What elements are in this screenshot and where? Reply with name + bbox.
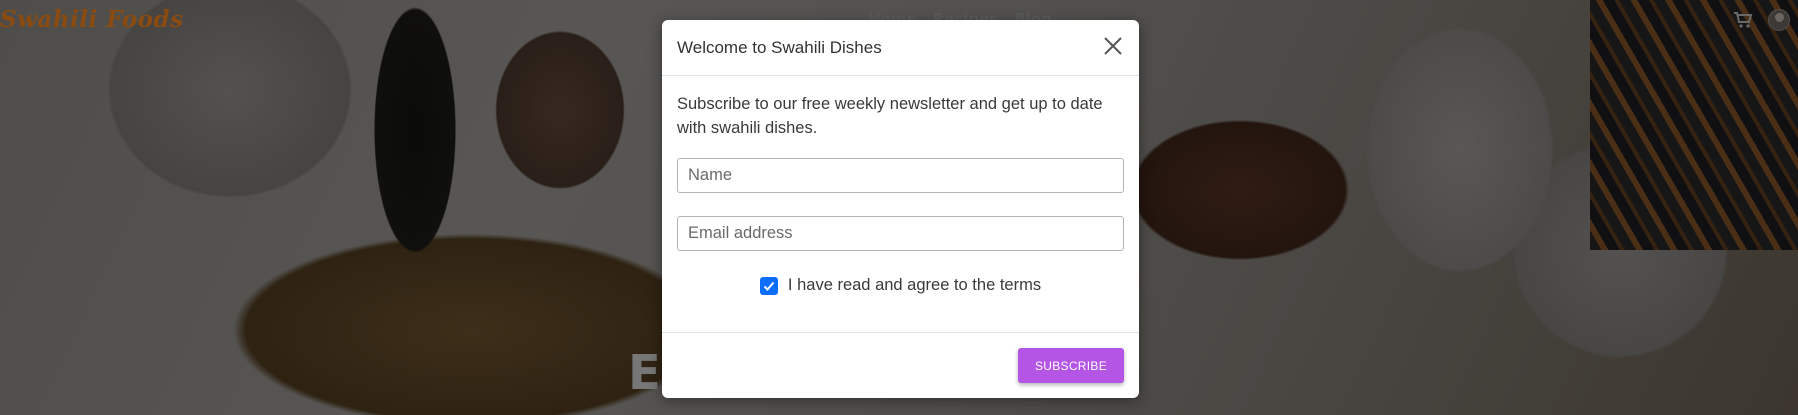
modal-title: Welcome to Swahili Dishes — [677, 37, 882, 57]
newsletter-modal: Welcome to Swahili Dishes Subscribe to o… — [662, 20, 1139, 398]
close-button[interactable] — [1101, 36, 1125, 60]
modal-footer: SUBSCRIBE — [662, 332, 1139, 398]
terms-label[interactable]: I have read and agree to the terms — [788, 276, 1041, 295]
brand-logo[interactable]: Swahili Foods — [0, 6, 184, 33]
cart-icon[interactable] — [1733, 10, 1753, 30]
email-field[interactable] — [677, 216, 1124, 251]
close-icon — [1104, 37, 1122, 55]
modal-header: Welcome to Swahili Dishes — [662, 20, 1139, 76]
user-avatar[interactable] — [1768, 9, 1790, 31]
terms-row: I have read and agree to the terms — [677, 276, 1124, 295]
terms-checkbox[interactable] — [759, 276, 778, 295]
subscribe-button[interactable]: SUBSCRIBE — [1018, 348, 1124, 383]
modal-body: Subscribe to our free weekly newsletter … — [662, 76, 1139, 295]
check-icon — [763, 281, 775, 291]
newsletter-description: Subscribe to our free weekly newsletter … — [677, 95, 1103, 137]
name-field[interactable] — [677, 158, 1124, 193]
